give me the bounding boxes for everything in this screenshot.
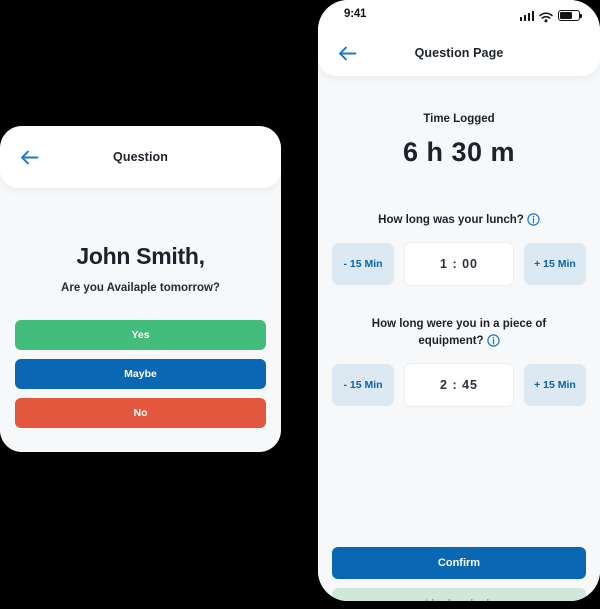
left-page-title: Question — [113, 150, 168, 164]
confirm-button[interactable]: Confirm — [332, 547, 586, 579]
equipment-decrement-button[interactable]: - 15 Min — [332, 364, 394, 406]
lunch-decrement-button[interactable]: - 15 Min — [332, 243, 394, 285]
choice-list: Yes Maybe No — [0, 320, 281, 428]
right-phone-header: Question Page — [318, 30, 600, 76]
status-bar: 9:41 — [318, 0, 600, 30]
left-phone-card: Question John Smith, Are you Availaple t… — [0, 126, 281, 452]
question-lunch-label: How long was your lunch? — [318, 212, 600, 229]
availability-question: Are you Availaple tomorrow? — [61, 282, 220, 294]
answer-no-button[interactable]: No — [15, 398, 266, 428]
no-lunch-button[interactable]: I had no luch — [332, 588, 586, 601]
person-name: John Smith, — [76, 243, 205, 269]
info-circle-icon[interactable] — [486, 334, 500, 347]
left-phone-header: Question — [0, 126, 281, 188]
left-phone-body: John Smith, Are you Availaple tomorrow? … — [0, 243, 281, 452]
question-lunch-text: How long was your lunch? — [378, 214, 524, 226]
question-equipment-label: How long were you in a piece of equipmen… — [318, 316, 600, 350]
wifi-icon — [539, 10, 553, 23]
bottom-actions: Confirm I had no luch — [318, 547, 600, 601]
question-equipment-block: How long were you in a piece of equipmen… — [318, 316, 600, 407]
status-bar-time: 9:41 — [344, 8, 367, 20]
time-logged-value: 6 h 30 m — [402, 137, 516, 167]
cellular-signal-icon — [519, 11, 534, 21]
time-logged-label: Time Logged — [423, 113, 495, 125]
lunch-time-input[interactable]: 1 : 00 — [404, 242, 514, 286]
lunch-increment-button[interactable]: + 15 Min — [524, 243, 586, 285]
answer-yes-button[interactable]: Yes — [15, 320, 266, 350]
equipment-time-input[interactable]: 2 : 45 — [404, 363, 514, 407]
battery-icon — [558, 10, 583, 21]
screenshot-stage: Question John Smith, Are you Availaple t… — [0, 0, 600, 609]
info-circle-icon[interactable] — [527, 213, 540, 226]
question-equipment-text: How long were you in a piece of equipmen… — [371, 318, 547, 347]
right-phone-body: Time Logged 6 h 30 m How long was your l… — [318, 113, 600, 601]
equipment-stepper-row: - 15 Min 2 : 45 + 15 Min — [318, 363, 600, 407]
right-page-title: Question Page — [414, 46, 504, 60]
right-phone-screen: 9:41 Question Page Time Logged 6 h 30 m … — [318, 0, 600, 601]
equipment-increment-button[interactable]: + 15 Min — [524, 364, 586, 406]
lunch-stepper-row: - 15 Min 1 : 00 + 15 Min — [318, 242, 600, 286]
question-lunch-block: How long was your lunch? - 15 Min 1 : 00… — [318, 212, 600, 286]
answer-maybe-button[interactable]: Maybe — [15, 359, 266, 389]
status-bar-icons — [519, 9, 583, 23]
